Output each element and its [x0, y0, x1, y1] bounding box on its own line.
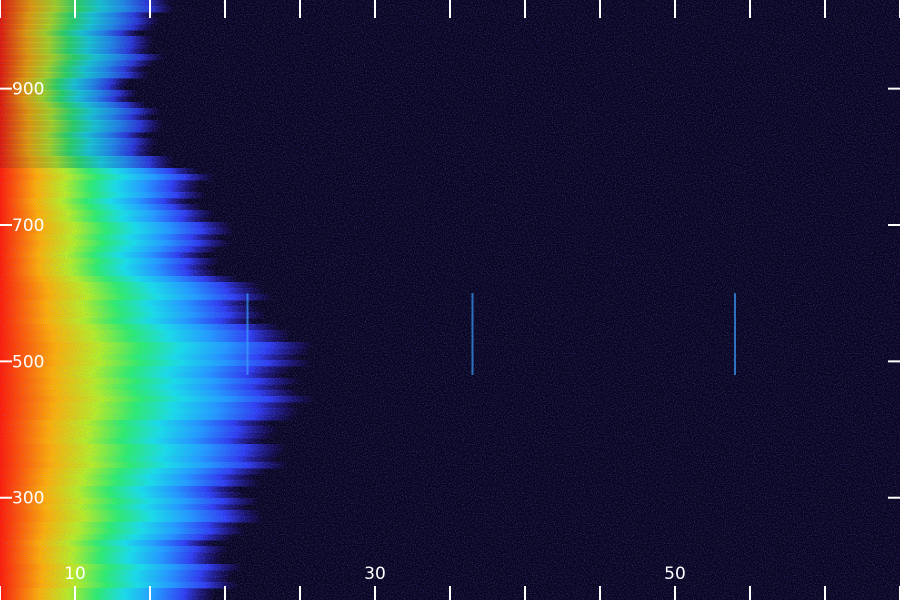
y-tick-label: 500 — [12, 352, 44, 372]
x-tick-label: 50 — [664, 564, 686, 584]
x-tick-label: 10 — [64, 564, 86, 584]
y-tick-label: 900 — [12, 80, 44, 100]
spectrogram-chart: 10 30 50 300 500 700 900 — [0, 0, 900, 600]
y-tick-label: 300 — [12, 489, 44, 509]
noise-texture — [0, 0, 900, 600]
x-tick-label: 30 — [364, 564, 386, 584]
y-tick-label: 700 — [12, 216, 44, 236]
